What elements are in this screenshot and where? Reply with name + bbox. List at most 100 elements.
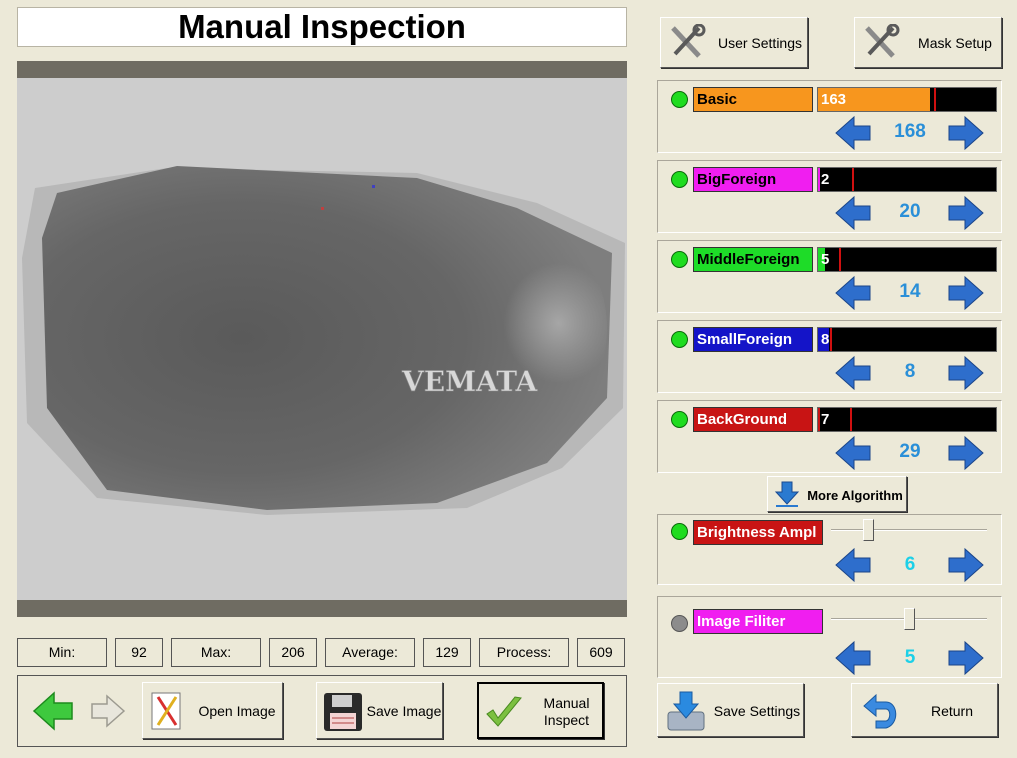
- image-toolbar: Open Image Save Image Manual Inspect: [17, 675, 627, 747]
- algorithm-meter: 5: [817, 247, 997, 272]
- image-filter-value: 5: [904, 647, 916, 668]
- brightness-status-indicator: [671, 523, 688, 540]
- image-filter-panel: Image Filiter 5: [657, 596, 1002, 678]
- image-filter-status-indicator: [671, 615, 688, 632]
- page-title: Manual Inspection: [17, 7, 627, 47]
- save-settings-label: Save Settings: [713, 703, 801, 719]
- manual-inspect-label-line2: Inspect: [543, 712, 590, 728]
- algorithm-status-indicator: [671, 411, 688, 428]
- checkmark-icon: [486, 696, 522, 727]
- algorithm-threshold-marker: [830, 328, 833, 351]
- image-filter-slider-thumb[interactable]: [903, 608, 915, 630]
- algorithm-reading: 2: [821, 171, 830, 188]
- brightness-slider-thumb[interactable]: [862, 519, 874, 541]
- algorithm-reading: 5: [821, 251, 830, 268]
- mask-setup-label: Mask Setup: [918, 35, 992, 51]
- manual-inspect-label-line1: Manual: [543, 695, 590, 711]
- brightness-label: Brightness Ampl: [693, 520, 823, 545]
- open-image-icon: [151, 692, 181, 730]
- algorithm-meter: 7: [817, 407, 997, 432]
- average-value: 129: [423, 638, 471, 667]
- algorithm-status-indicator: [671, 331, 688, 348]
- process-value: 609: [577, 638, 625, 667]
- algorithm-reading: 8: [821, 331, 830, 348]
- watermark-text: VEMATA: [401, 365, 539, 398]
- inspection-image: VEMATA: [17, 61, 627, 617]
- down-arrow-icon: [774, 481, 800, 507]
- brightness-slider[interactable]: [831, 529, 987, 531]
- manual-inspect-button[interactable]: Manual Inspect: [477, 682, 604, 739]
- algorithm-meter: 8: [817, 327, 997, 352]
- increase-arrow-icon[interactable]: [947, 275, 985, 311]
- algorithm-panel: BackGround 7 29: [657, 400, 1002, 473]
- algorithm-setting-value: 20: [899, 201, 921, 222]
- algorithm-setting-value: 14: [899, 281, 921, 302]
- algorithm-meter-fill: [818, 168, 820, 191]
- algorithm-meter: 163: [817, 87, 997, 112]
- increase-arrow-icon[interactable]: [947, 355, 985, 391]
- open-image-button[interactable]: Open Image: [142, 682, 283, 739]
- previous-image-icon[interactable]: [30, 688, 76, 734]
- return-label: Return: [930, 703, 974, 719]
- algorithm-reading: 163: [821, 91, 847, 108]
- save-image-button[interactable]: Save Image: [316, 682, 443, 739]
- return-button[interactable]: Return: [851, 683, 998, 737]
- increase-arrow-icon[interactable]: [947, 547, 985, 583]
- min-value: 92: [115, 638, 163, 667]
- save-settings-button[interactable]: Save Settings: [657, 683, 804, 737]
- process-label: Process:: [479, 638, 569, 667]
- algorithm-name: BigForeign: [693, 167, 813, 192]
- image-filter-label: Image Filiter: [693, 609, 823, 634]
- user-settings-button[interactable]: User Settings: [660, 17, 808, 68]
- algorithm-threshold-marker: [851, 168, 854, 191]
- increase-arrow-icon[interactable]: [947, 195, 985, 231]
- algorithm-panel: BigForeign 2 20: [657, 160, 1002, 233]
- next-image-icon[interactable]: [88, 691, 128, 731]
- algorithm-reading: 7: [821, 411, 830, 428]
- more-algorithm-button[interactable]: More Algorithm: [767, 476, 907, 512]
- image-top-band: [17, 61, 627, 78]
- algorithm-setting-value: 29: [899, 441, 921, 462]
- save-image-label: Save Image: [366, 703, 442, 719]
- decrease-arrow-icon[interactable]: [834, 275, 872, 311]
- increase-arrow-icon[interactable]: [947, 640, 985, 676]
- average-label: Average:: [325, 638, 415, 667]
- decrease-arrow-icon[interactable]: [834, 435, 872, 471]
- algorithm-status-indicator: [671, 171, 688, 188]
- max-label: Max:: [171, 638, 261, 667]
- algorithm-threshold-marker: [933, 88, 936, 111]
- algorithm-threshold-marker: [839, 248, 842, 271]
- increase-arrow-icon[interactable]: [947, 435, 985, 471]
- decrease-arrow-icon[interactable]: [834, 547, 872, 583]
- open-image-label: Open Image: [198, 703, 276, 719]
- algorithm-setting-value: 168: [894, 121, 926, 142]
- brightness-value: 6: [904, 554, 916, 575]
- decrease-arrow-icon[interactable]: [834, 115, 872, 151]
- algorithm-name: MiddleForeign: [693, 247, 813, 272]
- algorithm-meter-fill: [818, 408, 820, 431]
- algorithm-status-indicator: [671, 91, 688, 108]
- algorithm-panel: MiddleForeign 5 14: [657, 240, 1002, 313]
- tools-icon: [865, 24, 900, 58]
- algorithm-setting-value: 8: [904, 361, 916, 382]
- mask-setup-button[interactable]: Mask Setup: [854, 17, 1002, 68]
- decrease-arrow-icon[interactable]: [834, 195, 872, 231]
- user-settings-label: User Settings: [717, 35, 803, 51]
- algorithm-panel: SmallForeign 8 8: [657, 320, 1002, 393]
- increase-arrow-icon[interactable]: [947, 115, 985, 151]
- floppy-disk-icon: [324, 693, 362, 731]
- more-algorithm-label: More Algorithm: [807, 488, 903, 503]
- algorithm-name: SmallForeign: [693, 327, 813, 352]
- max-value: 206: [269, 638, 317, 667]
- algorithm-meter: 2: [817, 167, 997, 192]
- xray-image: VEMATA: [17, 78, 627, 600]
- decrease-arrow-icon[interactable]: [834, 355, 872, 391]
- min-label: Min:: [17, 638, 107, 667]
- return-arrow-icon: [863, 693, 897, 729]
- algorithm-panel: Basic 163 168: [657, 80, 1002, 153]
- algorithm-name: BackGround: [693, 407, 813, 432]
- algorithm-status-indicator: [671, 251, 688, 268]
- download-disk-icon: [667, 691, 705, 731]
- decrease-arrow-icon[interactable]: [834, 640, 872, 676]
- image-bottom-band: [17, 600, 627, 617]
